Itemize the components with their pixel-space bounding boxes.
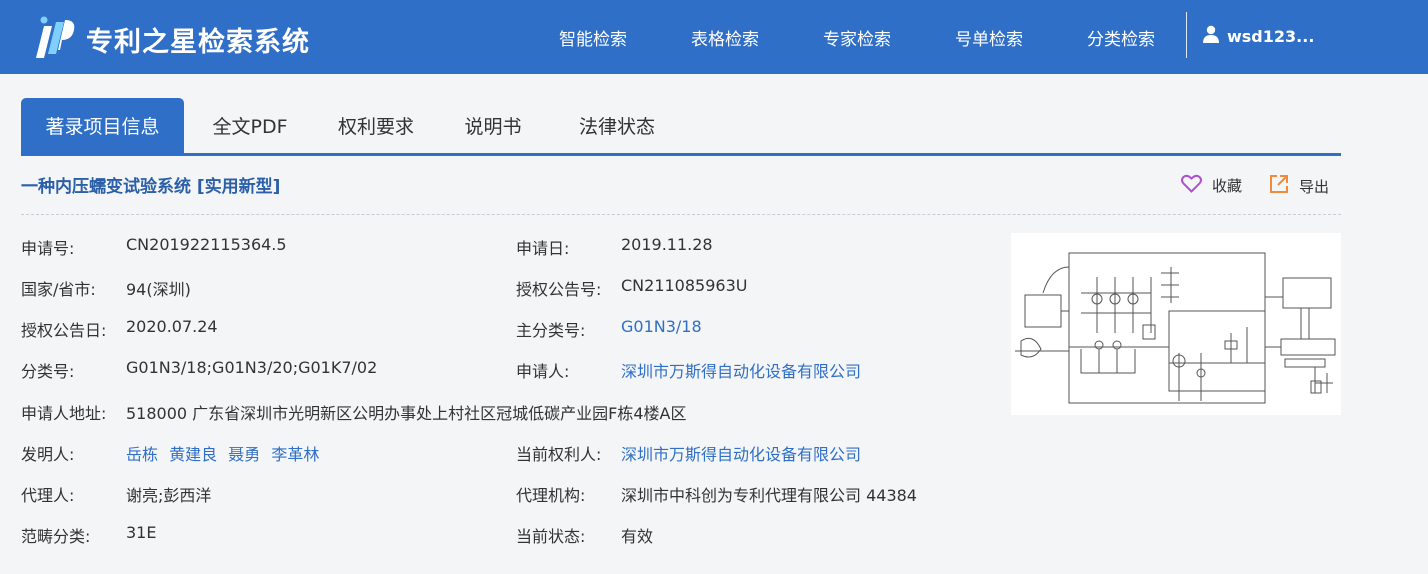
username: wsd123... xyxy=(1227,26,1315,46)
inventor-link[interactable]: 黄建良 xyxy=(169,445,217,464)
country-label: 国家/省市: xyxy=(21,280,96,299)
heart-icon xyxy=(1181,174,1202,197)
favorite-label: 收藏 xyxy=(1212,177,1243,195)
nav-divider xyxy=(1186,12,1187,58)
patent-title: 一种内压蠕变试验系统 [实用新型] xyxy=(21,177,281,197)
country-value: 94(深圳) xyxy=(126,280,191,299)
publication-date-value: 2020.07.24 xyxy=(126,317,218,336)
user-icon xyxy=(1203,25,1219,47)
applicant-address-value: 518000 广东省深圳市光明新区公明办事处上村社区冠城低碳产业园F栋4楼A区 xyxy=(126,404,687,423)
tab-underline xyxy=(21,153,1341,156)
patent-drawing-thumbnail[interactable] xyxy=(1011,233,1341,415)
app-title: 专利之星检索系统 xyxy=(86,26,310,58)
inventor-label: 发明人: xyxy=(21,445,75,464)
tab-claims[interactable]: 权利要求 xyxy=(316,98,436,154)
inventor-link[interactable]: 李革林 xyxy=(271,445,319,464)
application-number-label: 申请号: xyxy=(21,239,75,258)
app-logo[interactable]: 专利之星检索系统 xyxy=(32,14,310,64)
tab-legal-status[interactable]: 法律状态 xyxy=(551,98,683,154)
publication-number-label: 授权公告号: xyxy=(516,280,602,299)
applicant-address-label: 申请人地址: xyxy=(21,404,107,423)
user-menu[interactable]: wsd123... xyxy=(1203,25,1314,47)
inventor-list: 岳栋 黄建良 聂勇 李革林 xyxy=(126,441,325,465)
inventor-link[interactable]: 岳栋 xyxy=(126,445,158,464)
export-icon xyxy=(1269,174,1289,198)
application-date-label: 申请日: xyxy=(516,239,570,258)
agency-value: 深圳市中科创为专利代理有限公司 44384 xyxy=(621,486,917,505)
status-value: 有效 xyxy=(621,527,654,546)
tab-bibliographic[interactable]: 著录项目信息 xyxy=(21,98,184,154)
category-value: 31E xyxy=(126,523,157,542)
top-navigation-bar: 专利之星检索系统 智能检索 表格检索 专家检索 号单检索 分类检索 wsd123… xyxy=(0,0,1428,74)
section-divider xyxy=(21,214,1341,215)
patent-star-logo-icon xyxy=(32,14,78,64)
agent-label: 代理人: xyxy=(21,486,75,505)
application-date-value: 2019.11.28 xyxy=(621,235,713,254)
applicant-label: 申请人: xyxy=(516,362,570,381)
nav-number-search[interactable]: 号单检索 xyxy=(955,25,1023,50)
tab-full-text-pdf[interactable]: 全文PDF xyxy=(187,98,313,154)
tab-description[interactable]: 说明书 xyxy=(441,98,545,154)
publication-number-value: CN211085963U xyxy=(621,276,748,295)
nav-smart-search[interactable]: 智能检索 xyxy=(559,25,627,50)
current-holder-link[interactable]: 深圳市万斯得自动化设备有限公司 xyxy=(621,441,861,465)
agency-label: 代理机构: xyxy=(516,486,586,505)
export-label: 导出 xyxy=(1299,177,1330,196)
application-number-value: CN201922115364.5 xyxy=(126,235,287,254)
current-holder-label: 当前权利人: xyxy=(516,445,602,464)
nav-table-search[interactable]: 表格检索 xyxy=(691,25,759,50)
main-class-link[interactable]: G01N3/18 xyxy=(621,317,702,336)
status-label: 当前状态: xyxy=(516,527,586,546)
export-button[interactable]: 导出 xyxy=(1269,174,1329,198)
nav-classification-search[interactable]: 分类检索 xyxy=(1087,25,1155,50)
favorite-button[interactable]: 收藏 xyxy=(1181,174,1242,197)
main-class-label: 主分类号: xyxy=(516,321,586,340)
agent-value: 谢亮;彭西洋 xyxy=(126,486,212,505)
category-label: 范畴分类: xyxy=(21,527,91,546)
classification-label: 分类号: xyxy=(21,362,75,381)
nav-expert-search[interactable]: 专家检索 xyxy=(823,25,891,50)
classification-value: G01N3/18;G01N3/20;G01K7/02 xyxy=(126,358,378,377)
applicant-link[interactable]: 深圳市万斯得自动化设备有限公司 xyxy=(621,358,861,382)
inventor-link[interactable]: 聂勇 xyxy=(228,445,260,464)
publication-date-label: 授权公告日: xyxy=(21,321,107,340)
